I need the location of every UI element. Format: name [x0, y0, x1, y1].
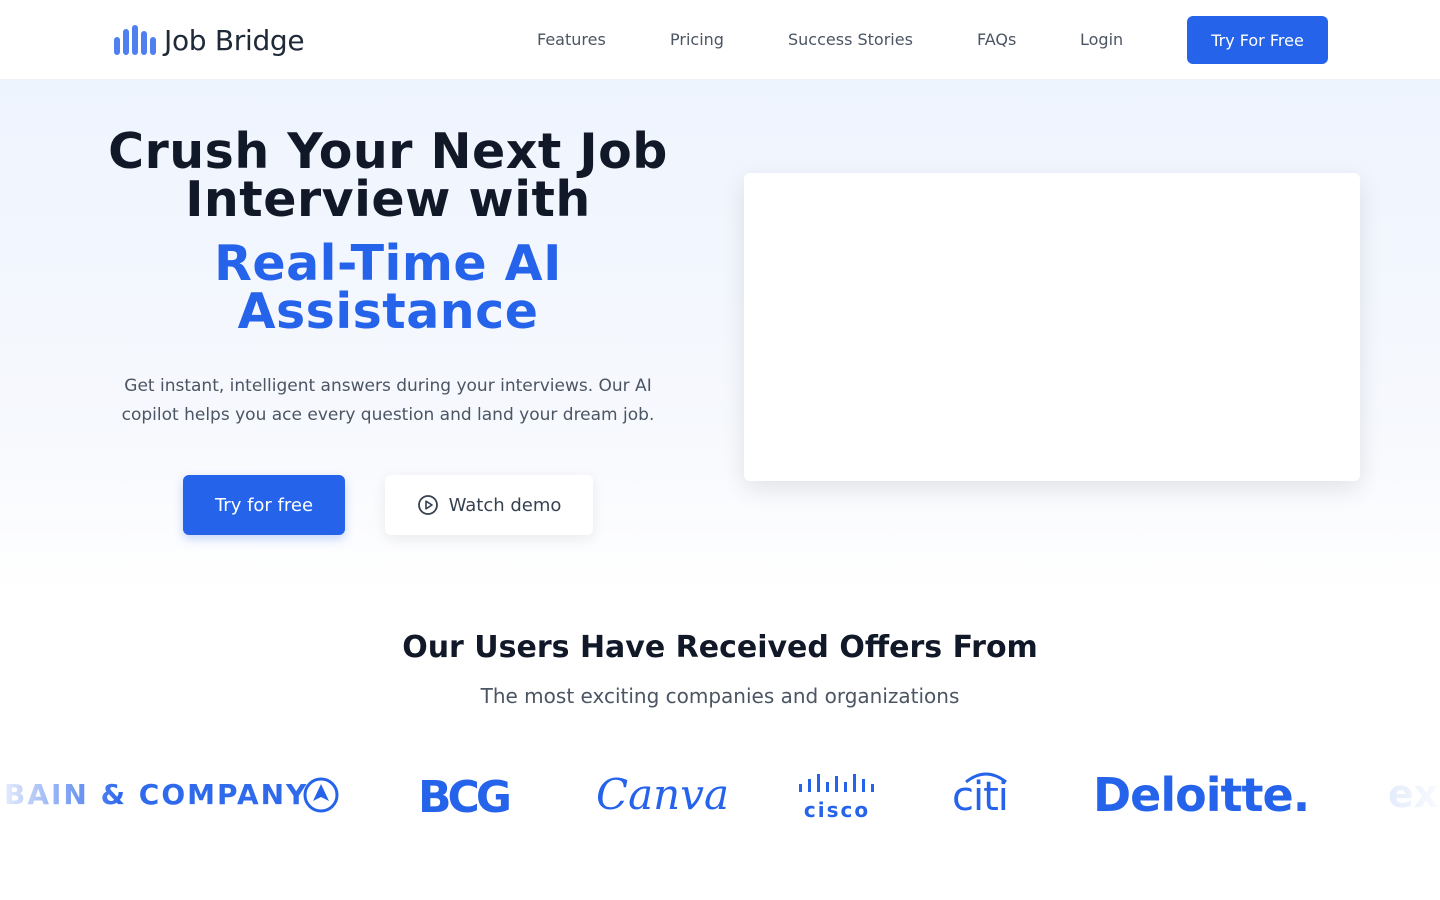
nav-success-stories[interactable]: Success Stories: [788, 30, 913, 49]
companies-title: Our Users Have Received Offers From: [402, 630, 1038, 665]
watch-demo-button[interactable]: Watch demo: [385, 475, 593, 535]
company-logo-strip: BAIN & COMPANY BCG Canva cisco citi Delo…: [0, 760, 1440, 832]
logo-strip-fade-left: [0, 760, 120, 832]
brand-logo[interactable]: Job Bridge: [114, 18, 305, 62]
nav-login[interactable]: Login: [1080, 30, 1123, 49]
hero-title: Crush Your Next Job Interview with: [108, 123, 668, 228]
try-for-free-button[interactable]: Try for free: [183, 475, 345, 535]
companies-subtitle: The most exciting companies and organiza…: [480, 684, 960, 708]
citi-logo: citi: [952, 768, 1009, 820]
try-for-free-header-button[interactable]: Try For Free: [1187, 16, 1328, 64]
cisco-logo: cisco: [798, 774, 876, 822]
cisco-bars-icon: [799, 774, 874, 792]
bain-compass-icon: [303, 777, 339, 813]
bcg-logo: BCG: [418, 772, 512, 823]
hero-content: Crush Your Next Job Interview with Real-…: [100, 123, 676, 430]
nav-faqs[interactable]: FAQs: [977, 30, 1016, 49]
logo-bars-icon: [114, 25, 156, 55]
hero-section: Crush Your Next Job Interview with Real-…: [0, 80, 1440, 595]
site-header: Job Bridge Features Pricing Success Stor…: [0, 0, 1440, 80]
play-circle-icon: [417, 494, 439, 516]
hero-accent-title: Real-Time AI Assistance: [214, 235, 562, 340]
deloitte-logo: Deloitte.: [1093, 768, 1310, 822]
canva-logo: Canva: [596, 770, 729, 819]
nav-pricing[interactable]: Pricing: [670, 30, 724, 49]
watch-demo-label: Watch demo: [448, 494, 562, 516]
logo-strip-fade-right: [1320, 760, 1440, 832]
brand-name: Job Bridge: [164, 23, 305, 57]
hero-description: Get instant, intelligent answers during …: [121, 376, 655, 425]
demo-video-player[interactable]: [744, 173, 1360, 481]
nav-features[interactable]: Features: [537, 30, 606, 49]
